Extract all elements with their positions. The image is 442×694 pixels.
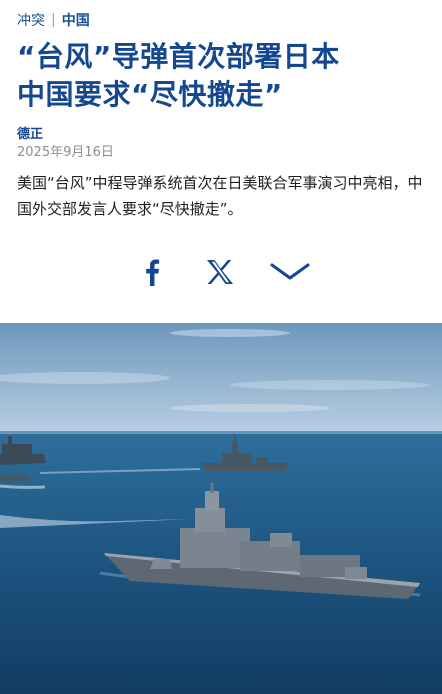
share-x-button[interactable] [200, 252, 240, 292]
share-bar [0, 252, 442, 292]
share-more-button[interactable] [270, 252, 310, 292]
headline-line-1: “台风”导弹首次部署日本 [17, 40, 340, 73]
x-logo-icon [207, 260, 233, 284]
breadcrumb-section[interactable]: 冲突 [17, 10, 45, 30]
share-facebook-button[interactable] [132, 252, 172, 292]
headline-line-2: 中国要求“尽快撤走” [17, 78, 283, 111]
breadcrumb-separator: | [51, 12, 56, 28]
naval-ships-photo [0, 323, 442, 694]
breadcrumb-category[interactable]: 中国 [62, 10, 90, 30]
breadcrumb: 冲突 | 中国 [17, 10, 90, 30]
facebook-icon [146, 259, 160, 286]
chevron-down-icon [270, 263, 310, 280]
page-title: “台风”导弹首次部署日本 中国要求“尽快撤走” [17, 38, 427, 114]
author-name[interactable]: 德正 [17, 123, 43, 142]
article-photo[interactable] [0, 323, 442, 694]
article-summary: 美国“台风”中程导弹系统首次在日美联合军事演习中亮相，中国外交部发言人要求“尽快… [17, 174, 423, 218]
publish-date: 2025年9月16日 [17, 145, 114, 160]
